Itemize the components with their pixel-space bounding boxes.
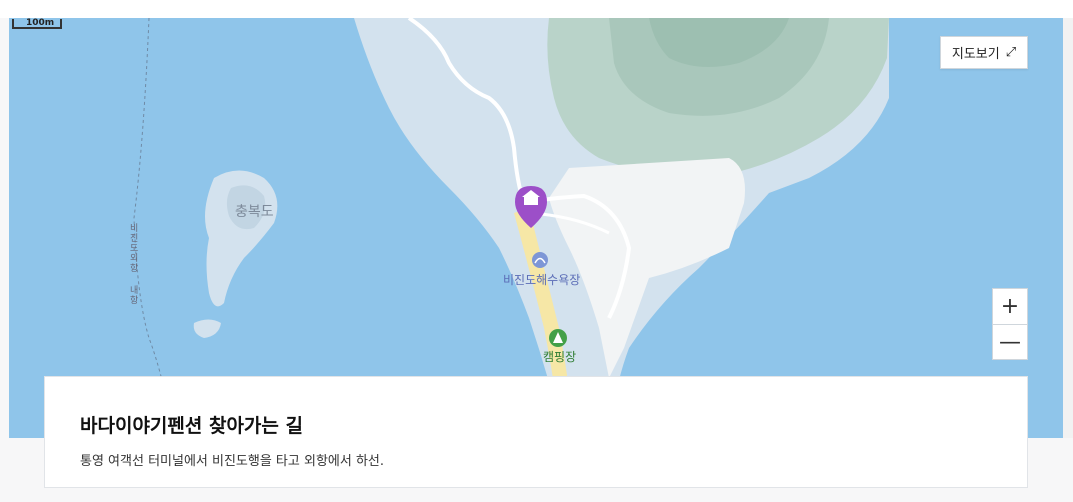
view-map-button[interactable]: 지도보기 ⤢ — [940, 36, 1028, 69]
ferry-route-label: 비진도외항 — [130, 224, 139, 274]
directions-description: 통영 여객선 터미널에서 비진도행을 타고 외항에서 하선. — [80, 454, 385, 469]
zoom-out-button[interactable]: — — [993, 325, 1027, 360]
page-right-gutter — [1063, 18, 1073, 438]
map-canvas — [9, 18, 1063, 438]
view-map-label: 지도보기 — [951, 47, 1000, 62]
zoom-control: + — — [992, 288, 1028, 360]
beach-label[interactable]: 비진도해수욕장 — [503, 271, 580, 288]
page-top-bar — [0, 0, 1073, 18]
directions-card: 바다이야기펜션 찾아가는 길 통영 여객선 터미널에서 비진도행을 타고 외항에… — [44, 376, 1028, 488]
expand-icon: ⤢ — [1005, 45, 1017, 60]
map-scale-bar: 100m — [12, 18, 62, 29]
zoom-in-button[interactable]: + — [993, 289, 1027, 325]
camping-label[interactable]: 캠핑장 — [543, 348, 576, 365]
beach-icon — [532, 252, 548, 268]
camping-icon — [549, 329, 567, 347]
map-scale-label: 100m — [26, 18, 55, 28]
island-label: 충복도 — [235, 204, 274, 220]
map-view[interactable]: 100m 충복도 비진도해수욕장 캠핑장 비진도외항 내항 지도보기 ⤢ + — — [9, 18, 1063, 438]
directions-title: 바다이야기펜션 찾아가는 길 — [80, 415, 303, 437]
ferry-route-label-2: 내항 — [130, 286, 139, 306]
